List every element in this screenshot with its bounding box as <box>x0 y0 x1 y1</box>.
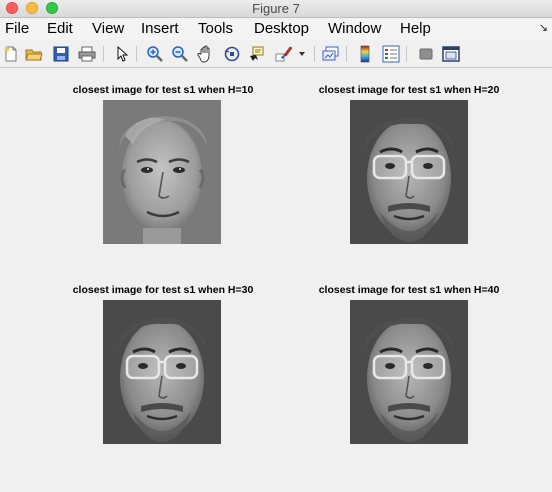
toolbar-separator <box>406 46 407 62</box>
menu-view[interactable]: View <box>92 20 124 38</box>
insert-colorbar-icon[interactable] <box>356 45 374 63</box>
face-image-no-glasses <box>103 100 221 244</box>
menu-help[interactable]: Help <box>400 20 431 38</box>
zoom-in-icon[interactable] <box>146 45 164 63</box>
menu-tools[interactable]: Tools <box>198 20 233 38</box>
link-plot-icon[interactable] <box>322 45 340 63</box>
toolbar-separator <box>103 46 104 62</box>
save-icon[interactable] <box>52 45 70 63</box>
face-image-glasses-beard <box>350 300 468 444</box>
menu-edit[interactable]: Edit <box>47 20 73 38</box>
subplot-title: closest image for test s1 when H=40 <box>318 284 500 296</box>
toolbar-separator <box>136 46 137 62</box>
data-cursor-icon[interactable] <box>248 45 266 63</box>
zoom-out-icon[interactable] <box>171 45 189 63</box>
show-plot-tools-icon[interactable] <box>442 45 460 63</box>
menu-overflow-arrow[interactable]: ↘ <box>539 21 548 34</box>
brush-icon[interactable] <box>275 45 293 63</box>
brush-dropdown-icon[interactable] <box>296 45 308 63</box>
new-figure-icon[interactable] <box>2 45 20 63</box>
subplot-title: closest image for test s1 when H=10 <box>72 84 254 96</box>
menu-file[interactable]: File <box>5 20 29 38</box>
pointer-icon[interactable] <box>113 45 131 63</box>
insert-legend-icon[interactable] <box>382 45 400 63</box>
face-image-glasses-beard <box>103 300 221 444</box>
window-title: Figure 7 <box>252 1 300 16</box>
rotate-3d-icon[interactable] <box>223 45 241 63</box>
menu-insert[interactable]: Insert <box>141 20 179 38</box>
face-image-glasses-beard <box>350 100 468 244</box>
pan-icon[interactable] <box>197 45 215 63</box>
toolbar-separator <box>314 46 315 62</box>
menu-desktop[interactable]: Desktop <box>254 20 309 38</box>
figure-toolbar <box>0 41 552 68</box>
subplot-title: closest image for test s1 when H=30 <box>72 284 254 296</box>
subplot-title: closest image for test s1 when H=20 <box>318 84 500 96</box>
figure-canvas: closest image for test s1 when H=10 clos… <box>0 68 552 492</box>
toolbar-separator <box>346 46 347 62</box>
menu-window[interactable]: Window <box>328 20 381 38</box>
window-titlebar: Figure 7 <box>0 0 552 18</box>
menu-bar: File Edit View Insert Tools Desktop Wind… <box>0 18 552 40</box>
print-icon[interactable] <box>78 45 96 63</box>
hide-plot-tools-icon[interactable] <box>417 45 435 63</box>
open-file-icon[interactable] <box>25 45 43 63</box>
